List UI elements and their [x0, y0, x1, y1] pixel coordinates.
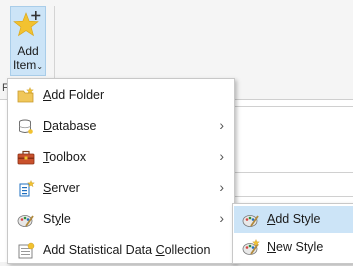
menu-item-add-statistical-data-collection[interactable]: Add Statistical Data Collection [8, 235, 234, 266]
menu-item-style[interactable]: Style › [8, 204, 234, 235]
submenu-item-add-style[interactable]: Add Style [234, 206, 353, 233]
menu-item-label: Database [43, 119, 97, 133]
menu-item-label: Add Folder [43, 88, 105, 102]
menu-item-toolbox[interactable]: Toolbox › [8, 142, 234, 173]
toolbox-icon [17, 150, 35, 165]
star-plus-icon [13, 11, 41, 37]
menu-item-database[interactable]: Database › [8, 111, 234, 142]
database-icon [19, 119, 33, 134]
menu-item-server[interactable]: Server › [8, 173, 234, 204]
chevron-down-icon: ⌄ [36, 62, 44, 71]
style-submenu: Add Style New Style [232, 203, 353, 264]
menu-item-add-folder[interactable]: Add Folder [8, 80, 234, 111]
add-item-label-text: Item [12, 58, 37, 72]
data-collection-icon [18, 242, 35, 259]
submenu-item-new-style[interactable]: New Style [234, 234, 353, 261]
folder-add-icon [17, 87, 34, 103]
server-icon [19, 180, 35, 197]
menu-item-label: Server [43, 181, 80, 195]
add-style-icon [242, 215, 259, 227]
add-item-menu: Add Folder Database › Toolbox › Server ›… [7, 78, 235, 264]
add-item-label-line2: Item⌄ [11, 58, 45, 72]
submenu-item-label: New Style [267, 240, 324, 254]
pane-divider [235, 172, 353, 173]
chevron-right-icon: › [219, 179, 224, 195]
pane-divider [235, 196, 353, 197]
menu-item-label: Toolbox [43, 150, 87, 164]
chevron-right-icon: › [219, 210, 224, 226]
chevron-right-icon: › [219, 148, 224, 164]
menu-item-label: Add Statistical Data Collection [43, 243, 211, 257]
chevron-right-icon: › [219, 117, 224, 133]
new-style-icon [242, 239, 260, 255]
add-item-label-line1: Add [17, 44, 39, 58]
style-icon [17, 215, 34, 227]
submenu-item-label: Add Style [267, 212, 321, 226]
add-item-button[interactable]: Add Item⌄ [10, 6, 46, 76]
menu-item-label: Style [43, 212, 71, 226]
pane-divider [235, 106, 353, 107]
